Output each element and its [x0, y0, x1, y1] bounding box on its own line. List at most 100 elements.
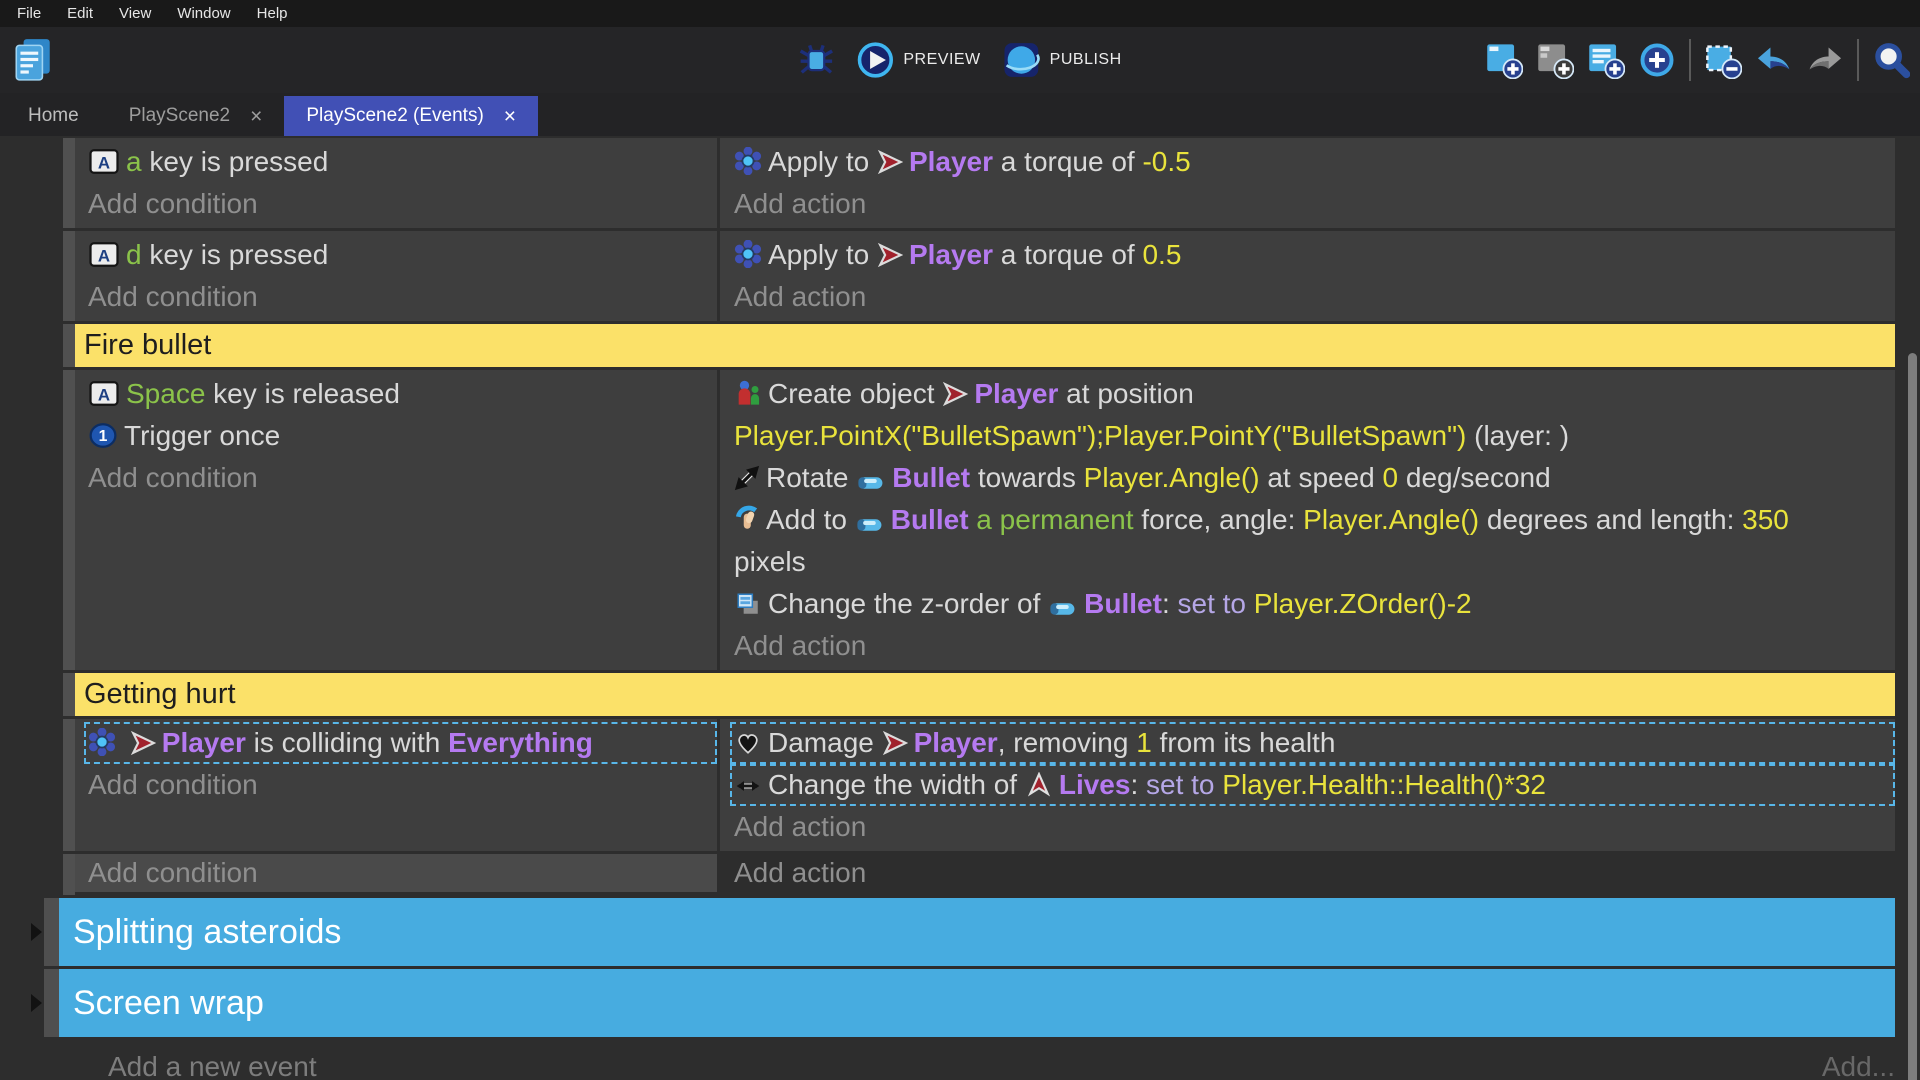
add-action-link[interactable]: Add action — [730, 854, 1895, 892]
publish-label: PUBLISH — [1050, 51, 1122, 69]
tab-playscene2-events[interactable]: PlayScene2 (Events)× — [284, 96, 538, 136]
action-line[interactable]: Apply to Player a torque of 0.5 — [730, 234, 1895, 276]
event-row: Aa key is pressedAdd conditionApply to P… — [63, 138, 1895, 228]
text-segment: is colliding with — [246, 727, 448, 758]
condition-line[interactable]: ASpace key is released — [84, 373, 717, 415]
action-line[interactable]: Player.PointX("BulletSpawn");Player.Poin… — [730, 415, 1895, 457]
close-icon[interactable]: × — [250, 106, 262, 127]
player-icon — [877, 242, 903, 268]
undo-icon[interactable] — [1755, 41, 1793, 79]
player-icon — [882, 730, 908, 756]
add-event-icon[interactable] — [1485, 41, 1523, 79]
action-line[interactable]: Add to Bullet a permanent force, angle: … — [730, 499, 1895, 541]
text-segment: Bullet — [891, 504, 969, 535]
add-condition-link[interactable]: Add condition — [84, 764, 717, 806]
svg-text:1: 1 — [99, 428, 108, 445]
condition-line[interactable]: 1 Trigger once — [84, 415, 717, 457]
add-sub-event-icon[interactable] — [1536, 41, 1574, 79]
actions-cell: Add action — [717, 854, 1895, 895]
preview-button[interactable]: PREVIEW — [856, 41, 980, 79]
empty-event-row: Add condition Add action — [63, 854, 1895, 895]
event-cells: ASpace key is released 1 Trigger once Add c… — [75, 370, 1895, 670]
group-bar[interactable]: Splitting asteroids — [59, 898, 1895, 966]
menu-item-edit[interactable]: Edit — [54, 0, 106, 27]
menu-item-file[interactable]: File — [4, 0, 54, 27]
event-drag-handle[interactable] — [44, 969, 59, 1037]
event-drag-handle[interactable] — [63, 673, 75, 716]
event-drag-handle[interactable] — [63, 138, 75, 228]
comment-bar[interactable]: Fire bullet — [75, 324, 1895, 367]
events-panel: Aa key is pressedAdd conditionApply to P… — [0, 136, 1920, 1080]
text-segment: Change the z-order of — [768, 588, 1048, 619]
delete-event-icon[interactable] — [1704, 41, 1742, 79]
text-segment: towards — [970, 462, 1084, 493]
add-new-icon[interactable] — [1638, 41, 1676, 79]
event-group-row: Screen wrap — [14, 969, 1895, 1037]
add-more-link[interactable]: Add... — [1822, 1051, 1895, 1080]
add-action-link[interactable]: Add action — [730, 625, 1895, 667]
action-line[interactable]: Rotate Bullet towards Player.Angle() at … — [730, 457, 1895, 499]
add-condition-link[interactable]: Add condition — [84, 183, 717, 225]
event-drag-handle[interactable] — [63, 370, 75, 670]
expand-caret-icon[interactable] — [28, 898, 44, 966]
expand-caret-icon[interactable] — [28, 969, 44, 1037]
tab-home[interactable]: Home — [0, 96, 107, 136]
event-drag-handle[interactable] — [63, 854, 75, 895]
svg-text:A: A — [98, 153, 110, 172]
event-drag-handle[interactable] — [63, 719, 75, 851]
debug-icon[interactable] — [798, 42, 834, 78]
event-cells: Player is colliding with EverythingAdd c… — [75, 719, 1895, 851]
text-segment: at speed — [1260, 462, 1383, 493]
toolbar-right-icons — [1485, 27, 1910, 93]
redo-icon[interactable] — [1806, 41, 1844, 79]
condition-line[interactable]: Aa key is pressed — [84, 141, 717, 183]
add-new-event-link[interactable]: Add a new event — [108, 1051, 317, 1080]
text-segment: a torque of — [993, 146, 1142, 177]
physics-icon — [734, 240, 762, 268]
event-drag-handle[interactable] — [63, 324, 75, 367]
keyboard-icon: A — [88, 380, 120, 407]
condition-line[interactable]: Player is colliding with Everything — [84, 722, 717, 764]
keyboard-icon: A — [88, 241, 120, 268]
group-bar[interactable]: Screen wrap — [59, 969, 1895, 1037]
menu-item-help[interactable]: Help — [244, 0, 301, 27]
add-action-link[interactable]: Add action — [730, 276, 1895, 318]
action-line[interactable]: pixels — [730, 541, 1895, 583]
close-icon[interactable]: × — [504, 106, 516, 127]
text-segment: : — [1162, 588, 1178, 619]
menu-item-window[interactable]: Window — [164, 0, 243, 27]
comment-row: Fire bullet — [63, 324, 1895, 367]
text-segment: (layer: ) — [1466, 420, 1569, 451]
text-segment: 0 — [1383, 462, 1399, 493]
conditions-cell: Aa key is pressedAdd condition — [75, 138, 717, 228]
text-segment: Trigger once — [124, 420, 280, 451]
add-action-link[interactable]: Add action — [730, 183, 1895, 225]
action-line[interactable]: Damage Player, removing 1 from its healt… — [730, 722, 1895, 764]
add-action-link[interactable]: Add action — [730, 806, 1895, 848]
text-segment: Add condition — [88, 281, 258, 312]
add-comment-icon[interactable] — [1587, 41, 1625, 79]
add-condition-link[interactable]: Add condition — [84, 854, 717, 892]
menu-item-view[interactable]: View — [106, 0, 164, 27]
tab-label: Home — [28, 105, 79, 127]
svg-text:A: A — [98, 246, 110, 265]
condition-line[interactable]: Ad key is pressed — [84, 234, 717, 276]
action-line[interactable]: Apply to Player a torque of -0.5 — [730, 141, 1895, 183]
conditions-cell: Player is colliding with EverythingAdd c… — [75, 719, 717, 851]
event-drag-handle[interactable] — [63, 231, 75, 321]
scrollbar-thumb[interactable] — [1908, 353, 1917, 1080]
action-line[interactable]: Create object Player at position — [730, 373, 1895, 415]
comment-bar[interactable]: Getting hurt — [75, 673, 1895, 716]
publish-button[interactable]: PUBLISH — [1003, 41, 1122, 79]
action-line[interactable]: Change the z-order of Bullet: set to Pla… — [730, 583, 1895, 625]
tab-playscene2[interactable]: PlayScene2× — [107, 96, 285, 136]
event-drag-handle[interactable] — [44, 898, 59, 966]
text-segment: Add condition — [88, 857, 258, 888]
gdevelop-logo-icon[interactable] — [12, 37, 54, 83]
actions-cell: Apply to Player a torque of -0.5Add acti… — [717, 138, 1895, 228]
add-condition-link[interactable]: Add condition — [84, 276, 717, 318]
search-icon[interactable] — [1872, 41, 1910, 79]
add-condition-link[interactable]: Add condition — [84, 457, 717, 499]
action-line[interactable]: Change the width of Lives: set to Player… — [730, 764, 1895, 806]
text-segment: force, angle: — [1134, 504, 1304, 535]
